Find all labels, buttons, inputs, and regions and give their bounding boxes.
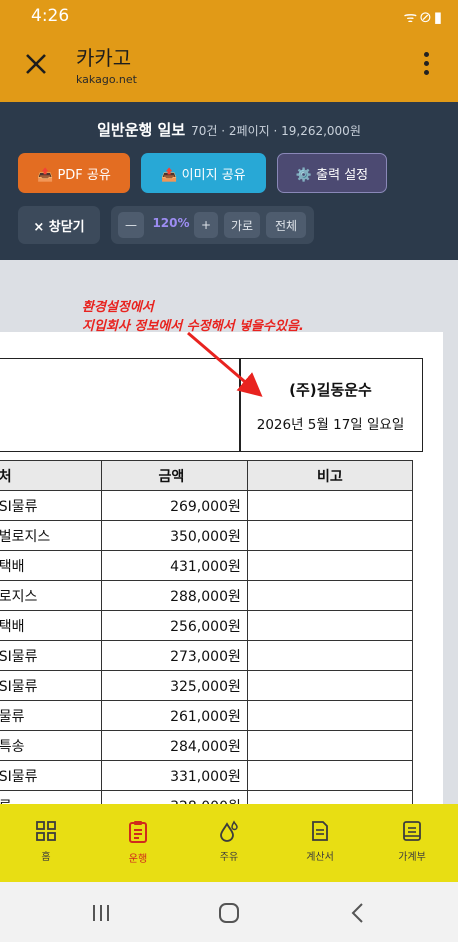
amount-cell: 328,000원 — [101, 790, 248, 804]
client-cell: 국제특송 — [0, 730, 103, 761]
client-cell: 명물류 — [0, 790, 103, 804]
table-row: 세계SI물류269,000원 — [0, 490, 414, 521]
clipboard-icon — [129, 821, 147, 843]
nav-item-invoice[interactable]: 계산서 — [290, 820, 350, 863]
amount-cell: 273,000원 — [101, 640, 248, 671]
document-preview[interactable]: (주)길동운수 2026년 5월 17일 일요일 거래처 금액 비고 세계SI물… — [0, 332, 443, 804]
note-cell — [246, 580, 414, 611]
client-cell: 세계SI물류 — [0, 760, 103, 791]
table-row: 국제특송284,000원 — [0, 730, 414, 761]
header-divider — [239, 359, 241, 451]
table-row: 한진택배431,000원 — [0, 550, 414, 581]
nav-item-drive[interactable]: 운행 — [108, 820, 168, 865]
nav-label-home: 홈 — [41, 852, 51, 863]
close-icon[interactable] — [22, 50, 50, 78]
image-share-button[interactable]: 📤 이미지 공유 — [141, 153, 266, 193]
annotation-note: 환경설정에서 지입회사 정보에서 수정해서 넣을수있음. — [82, 298, 304, 336]
status-icons: ᯤ⊘▮ — [403, 8, 444, 26]
amount-cell: 331,000원 — [101, 760, 248, 791]
note-cell — [246, 730, 414, 761]
zoom-out-button[interactable]: — — [118, 212, 144, 238]
note-cell — [246, 550, 414, 581]
nav-label-invoice: 계산서 — [306, 852, 334, 863]
back-icon[interactable] — [343, 898, 373, 928]
table-row: 글로벌로지스350,000원 — [0, 520, 414, 551]
more-menu-icon[interactable] — [424, 52, 430, 78]
client-cell: 한진택배 — [0, 610, 103, 641]
status-time: 4:26 — [31, 6, 70, 26]
amount-cell: 350,000원 — [101, 520, 248, 551]
pdf-share-button[interactable]: 📤 PDF 공유 — [18, 153, 130, 193]
bottom-nav: 홈 운행 주유 계산서 가계부 — [0, 804, 458, 882]
amount-cell: 261,000원 — [101, 700, 248, 731]
table-header-row: 거래처 금액 비고 — [0, 460, 414, 491]
grid-icon — [36, 821, 56, 841]
report-date: 2026년 5월 17일 일요일 — [256, 417, 405, 433]
annotation-line-2: 지입회사 정보에서 수정해서 넣을수있음. — [82, 319, 304, 334]
note-cell — [246, 700, 414, 731]
client-cell: 동서물류 — [0, 700, 103, 731]
column-header-client: 거래처 — [0, 460, 103, 491]
nav-label-ledger: 가계부 — [398, 852, 426, 863]
fuel-drop-icon — [220, 820, 238, 842]
zoom-in-button[interactable]: + — [194, 212, 218, 238]
fit-width-button[interactable]: 가로 — [224, 212, 260, 238]
amount-cell: 284,000원 — [101, 730, 248, 761]
table-row: 동서물류261,000원 — [0, 700, 414, 731]
ledger-table: 거래처 금액 비고 세계SI물류269,000원 글로벌로지스350,000원 … — [0, 460, 414, 804]
note-cell — [246, 760, 414, 791]
report-toolbar: 일반운행 일보 70건 · 2페이지 · 19,262,000원 📤 PDF 공유… — [0, 102, 458, 260]
nav-item-ledger[interactable]: 가계부 — [382, 820, 442, 863]
table-row: 명물류328,000원 — [0, 790, 414, 804]
app-title: 카카고 — [76, 46, 132, 70]
print-settings-button[interactable]: ⚙️ 출력 설정 — [277, 153, 387, 193]
note-cell — [246, 520, 414, 551]
status-bar: 4:26 ᯤ⊘▮ — [0, 0, 458, 32]
zoom-level: 120% — [152, 216, 190, 230]
nav-item-fuel[interactable]: 주유 — [199, 820, 259, 863]
client-cell: 한진택배 — [0, 550, 103, 581]
app-bar: 카카고 kakago.net — [0, 32, 458, 102]
nav-label-drive: 운행 — [128, 854, 148, 865]
note-cell — [246, 490, 414, 521]
client-cell: 세계SI물류 — [0, 490, 103, 521]
fit-all-button[interactable]: 전체 — [266, 212, 306, 238]
table-row: 대선로지스288,000원 — [0, 580, 414, 611]
app-subtitle: kakago.net — [76, 73, 137, 86]
table-row: 세계SI물류325,000원 — [0, 670, 414, 701]
note-cell — [246, 670, 414, 701]
nav-label-fuel: 주유 — [219, 852, 239, 863]
note-cell — [246, 790, 414, 804]
client-cell: 세계SI물류 — [0, 640, 103, 671]
report-meta: 70건 · 2페이지 · 19,262,000원 — [191, 124, 361, 138]
amount-cell: 256,000원 — [101, 610, 248, 641]
invoice-icon — [312, 821, 328, 841]
table-row: 한진택배256,000원 — [0, 610, 414, 641]
close-window-button[interactable]: × 창닫기 — [18, 206, 100, 244]
column-header-note: 비고 — [246, 460, 414, 491]
nav-item-home[interactable]: 홈 — [16, 820, 76, 863]
client-cell: 대선로지스 — [0, 580, 103, 611]
zoom-controls: — 120% + 가로 전체 — [111, 206, 314, 244]
amount-cell: 269,000원 — [101, 490, 248, 521]
note-cell — [246, 610, 414, 641]
column-header-amount: 금액 — [101, 460, 248, 491]
ledger-book-icon — [403, 821, 421, 841]
document-header-box: (주)길동운수 2026년 5월 17일 일요일 — [0, 358, 423, 452]
annotation-line-1: 환경설정에서 — [82, 300, 154, 315]
recent-apps-icon[interactable] — [86, 898, 116, 928]
company-name: (주)길동운수 — [289, 381, 372, 399]
amount-cell: 288,000원 — [101, 580, 248, 611]
table-row: 세계SI물류331,000원 — [0, 760, 414, 791]
client-cell: 글로벌로지스 — [0, 520, 103, 551]
system-nav-bar — [0, 882, 458, 942]
home-icon[interactable] — [214, 898, 244, 928]
table-row: 세계SI물류273,000원 — [0, 640, 414, 671]
note-cell — [246, 640, 414, 671]
client-cell: 세계SI물류 — [0, 670, 103, 701]
report-title: 일반운행 일보 — [97, 121, 186, 139]
report-title-line: 일반운행 일보 70건 · 2페이지 · 19,262,000원 — [0, 119, 458, 140]
amount-cell: 431,000원 — [101, 550, 248, 581]
amount-cell: 325,000원 — [101, 670, 248, 701]
